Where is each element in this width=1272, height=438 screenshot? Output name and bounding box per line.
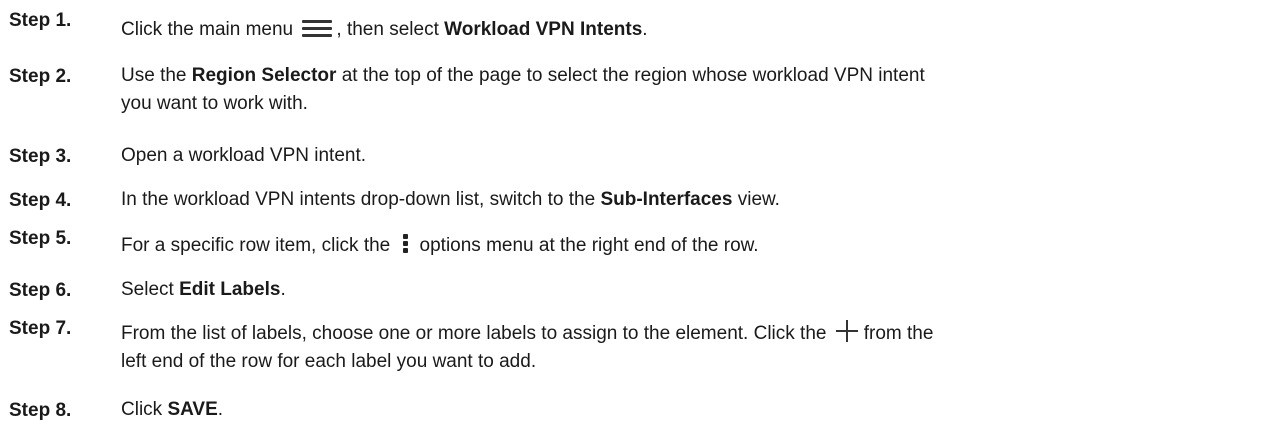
step-text: Click SAVE. xyxy=(121,399,224,420)
step-label: Step 3. xyxy=(9,146,72,167)
step-label: Step 7. xyxy=(9,318,72,339)
step-text: Select Edit Labels. xyxy=(121,279,286,300)
step-label: Step 6. xyxy=(9,280,72,301)
plus-icon xyxy=(835,320,858,342)
procedure-steps: Step 1. Click the main menu , then selec… xyxy=(0,0,1272,438)
step-label: Step 4. xyxy=(9,190,72,211)
step-text: Use the Region Selector at the top of th… xyxy=(121,65,925,114)
step-text: In the workload VPN intents drop-down li… xyxy=(121,189,780,210)
step-label: Step 2. xyxy=(9,66,72,87)
step-text: From the list of labels, choose one or m… xyxy=(121,320,1241,376)
step-text: Click the main menu , then select Worklo… xyxy=(121,19,648,40)
kebab-menu-icon xyxy=(402,232,410,254)
step-label: Step 5. xyxy=(9,228,72,249)
step-label: Step 8. xyxy=(9,400,72,421)
step-text: For a specific row item, click the optio… xyxy=(121,232,1241,260)
menu-icon xyxy=(302,19,333,37)
step-label: Step 1. xyxy=(9,10,72,31)
step-text: Open a workload VPN intent. xyxy=(121,145,367,166)
